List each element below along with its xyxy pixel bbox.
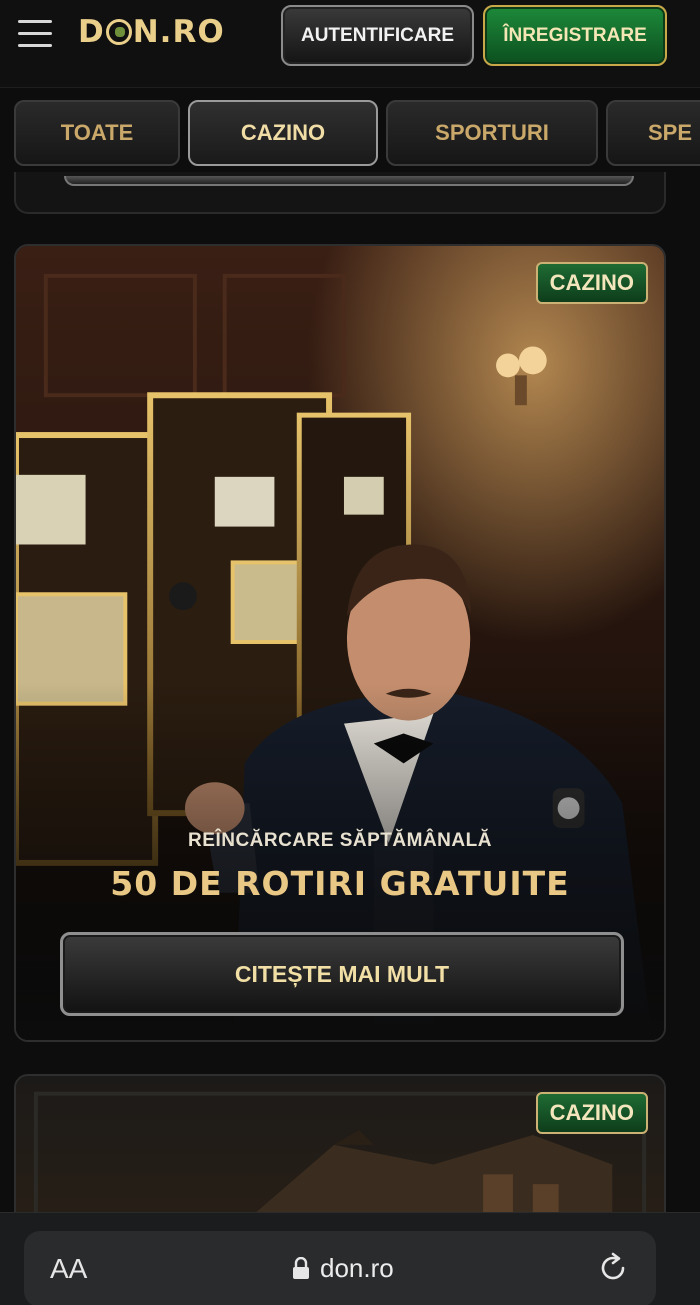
address-bar[interactable]: AA don.ro [24,1231,656,1305]
reload-icon[interactable] [596,1251,630,1285]
previous-card [14,172,666,214]
category-badge: CAZINO [535,262,648,304]
url-text: don.ro [320,1253,394,1283]
promo-title: 50 DE ROTIRI GRATUITE [110,864,570,903]
previous-card-button[interactable] [64,176,634,186]
tab-toate[interactable]: TOATE [14,100,180,166]
promo-subtitle: REÎNCĂRCARE SĂPTĂMÂNALĂ [188,830,492,851]
tab-sporturi[interactable]: SPORTURI [386,100,598,166]
tab-spe[interactable]: SPE [606,100,700,166]
casino-promo-image [16,246,664,1040]
page: D N.RO AUTENTIFICARE ÎNREGISTRARE TOATE C… [0,0,700,1305]
logo-part-rest: N.RO [132,14,225,50]
category-tabs: TOATE CAZINO SPORTURI SPE [0,96,700,172]
promo-card[interactable]: CAZINO REÎNCĂRCARE SĂPTĂMÂNALĂ 50 DE ROT… [14,244,666,1042]
register-button[interactable]: ÎNREGISTRARE [483,5,667,66]
tab-cazino[interactable]: CAZINO [188,100,378,166]
globe-icon [105,19,132,45]
site-header: D N.RO AUTENTIFICARE ÎNREGISTRARE [0,0,700,88]
menu-icon[interactable] [18,18,54,50]
category-badge: CAZINO [535,1092,648,1134]
browser-toolbar: AA don.ro [0,1212,700,1305]
login-button[interactable]: AUTENTIFICARE [281,5,474,66]
site-logo[interactable]: D N.RO [78,14,225,50]
text-size-button[interactable]: AA [50,1253,87,1285]
lock-icon [293,1257,309,1279]
logo-part-d: D [78,14,105,50]
text-size-label: AA [50,1253,88,1284]
read-more-button[interactable]: CITEȘTE MAI MULT [60,932,624,1016]
